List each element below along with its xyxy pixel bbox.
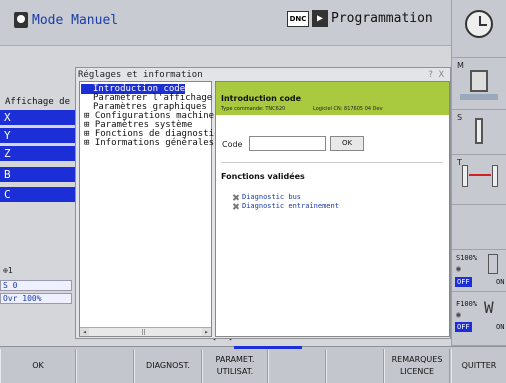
axis-y: Y: [0, 128, 78, 143]
dialog-title: Réglages et information: [78, 70, 203, 80]
softkey-empty-3[interactable]: [326, 349, 384, 383]
feed-on-label[interactable]: ON: [496, 323, 504, 331]
scroll-right-icon[interactable]: ▸: [202, 328, 211, 336]
softkey-diagnostic[interactable]: DIAGNOST.: [134, 349, 202, 383]
softkey-active-indicator: [234, 346, 302, 349]
scroll-left-icon[interactable]: ◂: [80, 328, 89, 336]
code-ok-button[interactable]: OK: [330, 136, 364, 151]
m-letter: M: [457, 61, 464, 70]
dialog-help-close-icon[interactable]: ? X: [428, 70, 444, 80]
table-icon: [460, 94, 498, 100]
tree-item-general-info[interactable]: ⊞ Informations générales: [81, 138, 214, 148]
empty-cell: [452, 205, 506, 250]
s-letter: S: [457, 113, 463, 122]
mode-manual-tab[interactable]: Mode Manuel: [14, 12, 118, 28]
tool-icon: [475, 118, 483, 144]
softkey-label: DIAGNOST.: [146, 361, 190, 370]
softkey-bar: OK DIAGNOST. PARAMET. UTILISAT. REMARQUES…: [0, 346, 506, 383]
spindle-override-label: S100%: [456, 254, 478, 262]
software-version: Logiciel CN: 817605 04 Dev: [313, 106, 383, 112]
content-heading: Introduction code: [221, 94, 302, 103]
validated-item-drive[interactable]: Diagnostic entraînement: [232, 202, 339, 210]
axis-display-title: Affichage de: [5, 97, 71, 107]
feed-override-label: F100%: [456, 300, 478, 308]
softkey-ok[interactable]: OK: [0, 349, 76, 383]
tools-icon: [232, 203, 239, 210]
softkey-license-notes[interactable]: REMARQUES LICENCE: [384, 349, 450, 383]
softkey-label-line2: UTILISAT.: [216, 367, 254, 376]
tool-left-icon: [462, 165, 468, 187]
softkey-label: REMARQUES: [391, 355, 443, 364]
clock-cell[interactable]: [452, 0, 506, 58]
code-input[interactable]: [249, 136, 326, 151]
softkey-label: QUITTER: [461, 361, 497, 370]
validated-item-bus[interactable]: Diagnostic bus: [232, 193, 301, 201]
machine-mode-icon: [14, 12, 28, 28]
spindle-gauge-icon: [488, 254, 498, 274]
settings-tree: Introduction code Paramétrer l'affichage…: [79, 81, 219, 337]
spindle-icon: [470, 70, 488, 92]
softkey-user-params[interactable]: PARAMET. UTILISAT.: [202, 349, 268, 383]
mode-programming-label[interactable]: Programmation: [331, 11, 433, 26]
spindle-dial-icon: ◉: [456, 264, 461, 273]
softkey-label: OK: [32, 361, 44, 370]
feed-dial-icon: ◉: [456, 310, 461, 319]
content-header: Introduction code Type commande: TNC620 …: [216, 82, 449, 115]
divider: [221, 162, 443, 163]
softkey-empty-1[interactable]: [76, 349, 134, 383]
control-type: Type commande: TNC620: [221, 106, 286, 112]
s-function-cell[interactable]: S: [452, 110, 506, 155]
content-panel: Introduction code Type commande: TNC620 …: [215, 81, 450, 337]
spindle-status: S 0: [0, 280, 72, 291]
tool-change-arrow-icon: [469, 174, 491, 176]
mode-manual-label: Mode Manuel: [32, 12, 119, 28]
feed-override-cell[interactable]: F100% ◉ W OFF ON: [452, 292, 506, 346]
softkey-label-line2: LICENCE: [399, 367, 435, 376]
validated-item-label: Diagnostic bus: [242, 193, 302, 201]
softkey-quit[interactable]: QUITTER: [451, 349, 506, 383]
tool-right-icon: [492, 165, 498, 187]
tool-status: ⊕1: [3, 266, 13, 275]
t-function-cell[interactable]: T: [452, 155, 506, 205]
settings-dialog: Réglages et information ? X Introduction…: [75, 67, 451, 339]
m-function-cell[interactable]: M: [452, 58, 506, 110]
scroll-thumb[interactable]: [142, 329, 145, 335]
feed-off-badge[interactable]: OFF: [455, 322, 472, 332]
code-label: Code: [222, 140, 243, 149]
axis-b: B: [0, 167, 78, 182]
spindle-on-label[interactable]: ON: [496, 278, 504, 286]
axis-c: C: [0, 187, 78, 202]
tree-horizontal-scrollbar[interactable]: ◂ ▸: [80, 327, 211, 336]
validated-functions-title: Fonctions validées: [221, 172, 305, 181]
dnc-icon: DNC: [287, 11, 309, 27]
feed-wave-icon: W: [484, 298, 494, 317]
right-sidebar: M S T S100% ◉ OFF ON F100% ◉ W OFF ON: [451, 0, 506, 346]
spindle-off-badge[interactable]: OFF: [455, 277, 472, 287]
softkey-label: PARAMET.: [215, 355, 255, 364]
clock-icon: [465, 10, 493, 38]
spindle-override-cell[interactable]: S100% ◉ OFF ON: [452, 250, 506, 292]
axis-x: X: [0, 110, 78, 125]
axis-z: Z: [0, 146, 78, 161]
softkey-empty-2[interactable]: [268, 349, 326, 383]
programming-icon: ▶: [312, 10, 328, 27]
validated-item-label: Diagnostic entraînement: [242, 202, 339, 210]
tools-icon: [232, 194, 239, 201]
override-status: Ovr 100%: [0, 293, 72, 304]
